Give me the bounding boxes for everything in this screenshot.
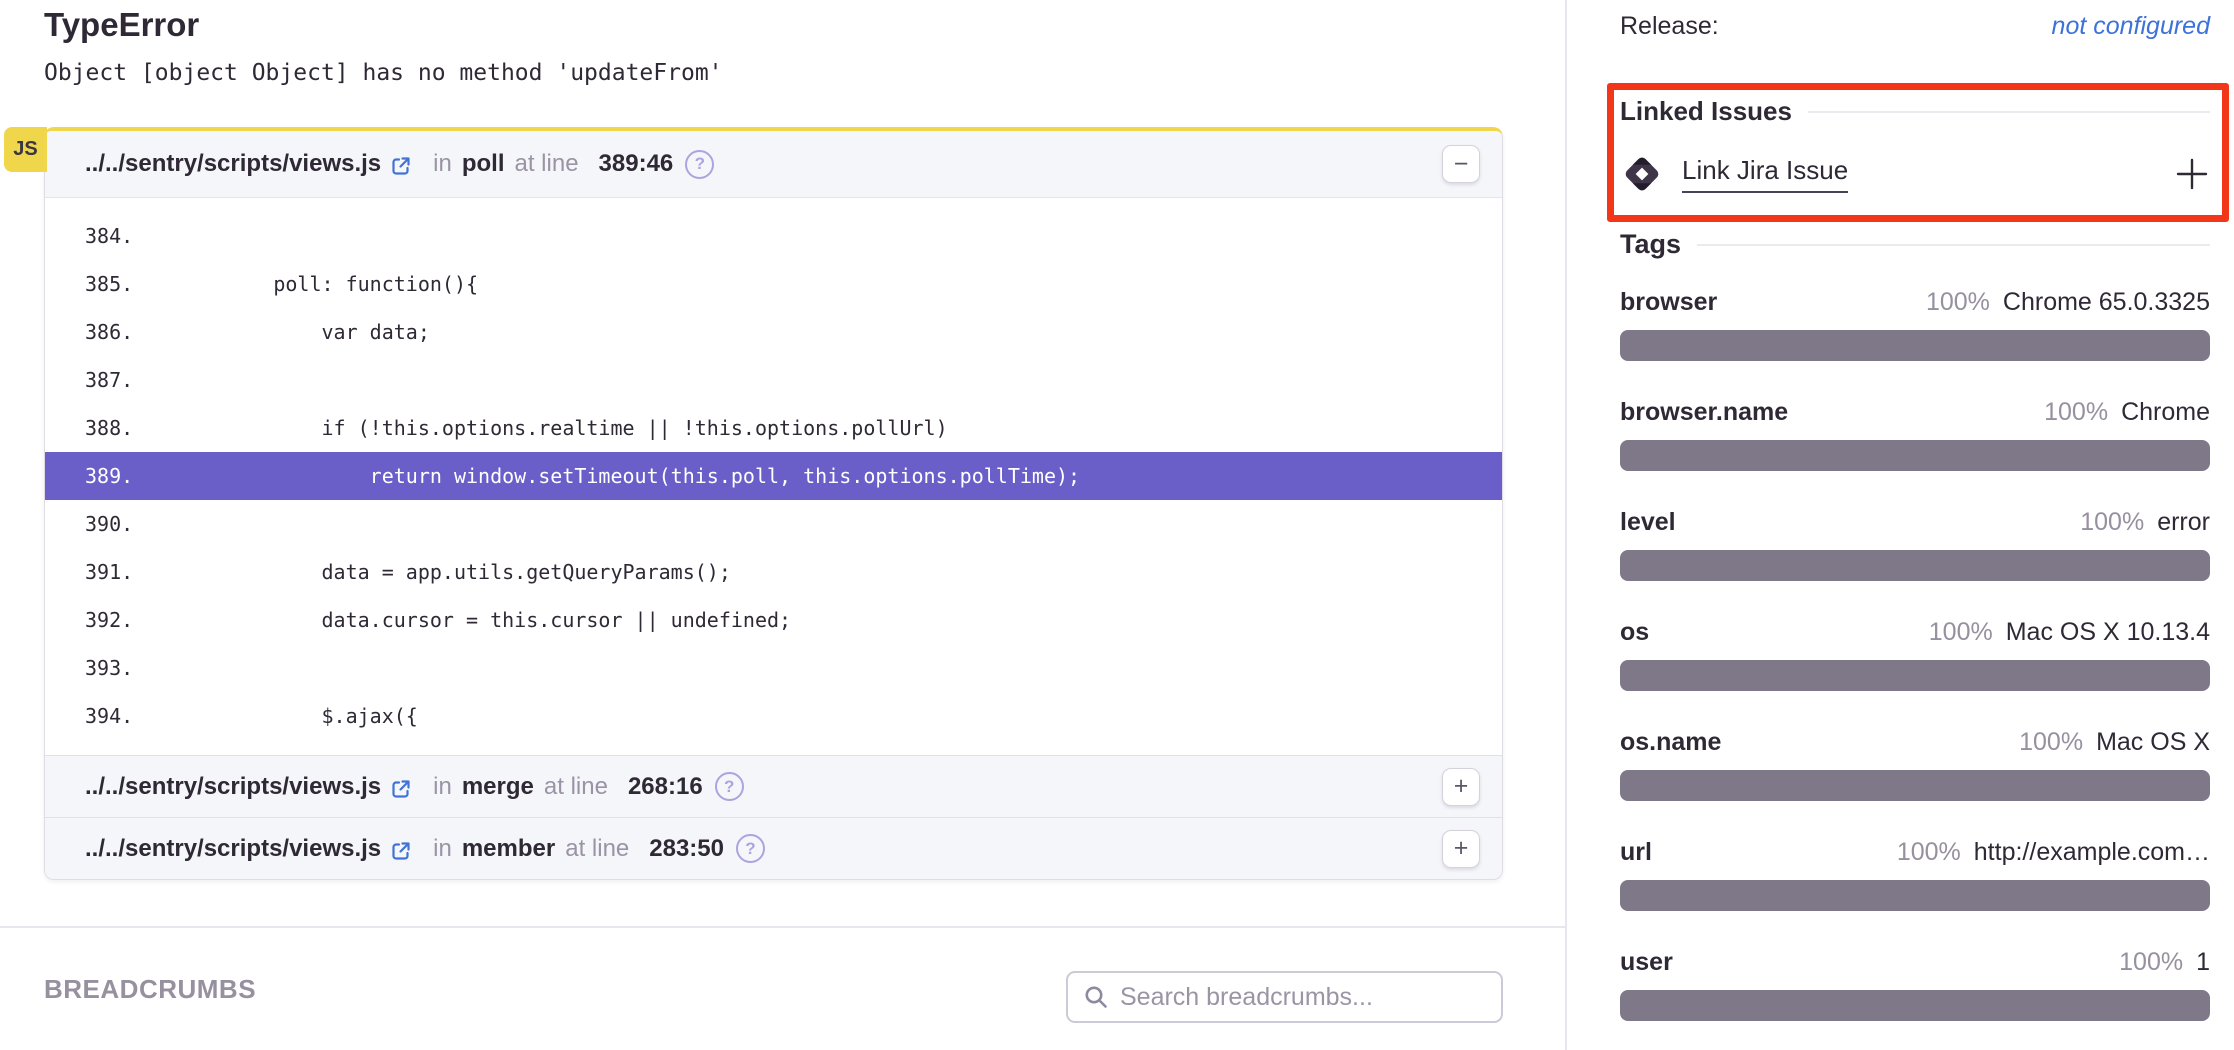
stack-frame-header[interactable]: ../../sentry/scripts/views.js in poll at…: [45, 131, 1502, 198]
tags-heading: Tags: [1620, 229, 2210, 260]
tag-percent: 100%: [2119, 948, 2183, 977]
link-jira-issue-link[interactable]: Link Jira Issue: [1682, 155, 1848, 193]
code-line: 384.: [45, 212, 1502, 260]
tag-row-url[interactable]: url 100% http://example.com…: [1620, 838, 2210, 911]
tag-row-user[interactable]: user 100% 1: [1620, 948, 2210, 1021]
add-linked-issue-button[interactable]: [2174, 156, 2210, 192]
frame-atline-label: at line: [544, 773, 608, 801]
code-line: 393.: [45, 644, 1502, 692]
release-label: Release:: [1620, 12, 1719, 41]
expand-frame-button[interactable]: +: [1442, 768, 1480, 806]
tag-row-os[interactable]: os 100% Mac OS X 10.13.4: [1620, 618, 2210, 691]
tag-value: error: [2157, 508, 2210, 537]
breadcrumbs-section-title: BREADCRUMBS: [44, 974, 256, 1005]
expand-frame-button[interactable]: +: [1442, 830, 1480, 868]
code-line: 386. var data;: [45, 308, 1502, 356]
section-divider: [0, 926, 1565, 928]
tag-percent: 100%: [1929, 618, 1993, 647]
tag-distribution-bar: [1620, 660, 2210, 691]
code-line: 388. if (!this.options.realtime || !this…: [45, 404, 1502, 452]
frame-line-number: 268:16: [628, 773, 703, 801]
stack-frame-collapsed-member[interactable]: ../../sentry/scripts/views.js in member …: [45, 817, 1502, 879]
error-type-title: TypeError: [44, 6, 199, 44]
external-link-icon[interactable]: [389, 154, 413, 178]
code-line: 392. data.cursor = this.cursor || undefi…: [45, 596, 1502, 644]
tag-row-os-name[interactable]: os.name 100% Mac OS X: [1620, 728, 2210, 801]
frame-in-label: in: [433, 835, 452, 863]
issue-detail-page: TypeError Object [object Object] has no …: [0, 0, 2234, 1050]
frame-function-name: merge: [462, 773, 534, 801]
tag-value: 1: [2196, 948, 2210, 977]
link-jira-issue-row: Link Jira Issue: [1620, 148, 2210, 200]
search-icon: [1082, 983, 1110, 1011]
collapse-frame-button[interactable]: −: [1442, 145, 1480, 183]
platform-js-badge: JS: [4, 127, 47, 172]
jira-icon: [1620, 152, 1664, 196]
tag-distribution-bar: [1620, 880, 2210, 911]
code-line: 390.: [45, 500, 1502, 548]
frame-file-path[interactable]: ../../sentry/scripts/views.js: [85, 835, 381, 863]
tag-value: http://example.com…: [1974, 838, 2210, 867]
help-icon[interactable]: ?: [736, 834, 765, 863]
code-line: 394. $.ajax({: [45, 692, 1502, 740]
breadcrumbs-search-input[interactable]: [1120, 983, 1487, 1012]
tag-key: user: [1620, 948, 1673, 977]
heading-rule: [1697, 244, 2210, 246]
code-line: 385. poll: function(){: [45, 260, 1502, 308]
tag-percent: 100%: [2044, 398, 2108, 427]
frame-line-number: 389:46: [599, 150, 674, 178]
code-line: 391. data = app.utils.getQueryParams();: [45, 548, 1502, 596]
tag-key: browser: [1620, 288, 1717, 317]
frame-line-number: 283:50: [649, 835, 724, 863]
tag-percent: 100%: [1926, 288, 1990, 317]
tag-value: Chrome 65.0.3325: [2003, 288, 2210, 317]
frame-function-name: poll: [462, 150, 505, 178]
tag-key: os: [1620, 618, 1649, 647]
code-line: 387.: [45, 356, 1502, 404]
tag-key: level: [1620, 508, 1676, 537]
frame-file-path[interactable]: ../../sentry/scripts/views.js: [85, 150, 381, 178]
tag-key: os.name: [1620, 728, 1721, 757]
tag-row-level[interactable]: level 100% error: [1620, 508, 2210, 581]
linked-issues-heading: Linked Issues: [1620, 96, 2210, 127]
event-sidebar: Release: not configured Linked Issues Li…: [1567, 0, 2234, 1050]
tag-row-browser-name[interactable]: browser.name 100% Chrome: [1620, 398, 2210, 471]
tag-key: url: [1620, 838, 1652, 867]
frame-atline-label: at line: [565, 835, 629, 863]
frame-in-label: in: [433, 150, 452, 178]
help-icon[interactable]: ?: [715, 772, 744, 801]
tag-distribution-bar: [1620, 770, 2210, 801]
error-message: Object [object Object] has no method 'up…: [44, 60, 723, 86]
stacktrace-panel: JS ../../sentry/scripts/views.js in poll…: [44, 127, 1503, 880]
release-row: Release: not configured: [1620, 12, 2210, 41]
tag-value: Chrome: [2121, 398, 2210, 427]
tag-value: Mac OS X: [2096, 728, 2210, 757]
frame-in-label: in: [433, 773, 452, 801]
frame-file-path[interactable]: ../../sentry/scripts/views.js: [85, 773, 381, 801]
source-code-block: 384. 385. poll: function(){ 386. var dat…: [45, 198, 1502, 755]
breadcrumbs-search-box[interactable]: [1066, 971, 1503, 1023]
tag-distribution-bar: [1620, 990, 2210, 1021]
help-icon[interactable]: ?: [685, 150, 714, 179]
tag-distribution-bar: [1620, 440, 2210, 471]
frame-function-name: member: [462, 835, 555, 863]
tag-percent: 100%: [1897, 838, 1961, 867]
tag-percent: 100%: [2019, 728, 2083, 757]
frame-atline-label: at line: [515, 150, 579, 178]
event-main-column: TypeError Object [object Object] has no …: [0, 0, 1565, 1050]
tag-distribution-bar: [1620, 550, 2210, 581]
heading-rule: [1808, 111, 2210, 113]
release-not-configured-link[interactable]: not configured: [2052, 12, 2210, 41]
tag-row-browser[interactable]: browser 100% Chrome 65.0.3325: [1620, 288, 2210, 361]
tag-value: Mac OS X 10.13.4: [2006, 618, 2210, 647]
tags-list: browser 100% Chrome 65.0.3325 browser.na…: [1620, 288, 2210, 1050]
external-link-icon[interactable]: [389, 839, 413, 863]
tag-key: browser.name: [1620, 398, 1788, 427]
tag-distribution-bar: [1620, 330, 2210, 361]
tag-percent: 100%: [2080, 508, 2144, 537]
stack-frame-collapsed-merge[interactable]: ../../sentry/scripts/views.js in merge a…: [45, 755, 1502, 817]
external-link-icon[interactable]: [389, 777, 413, 801]
code-line-crash-highlight: 389. return window.setTimeout(this.poll,…: [45, 452, 1502, 500]
